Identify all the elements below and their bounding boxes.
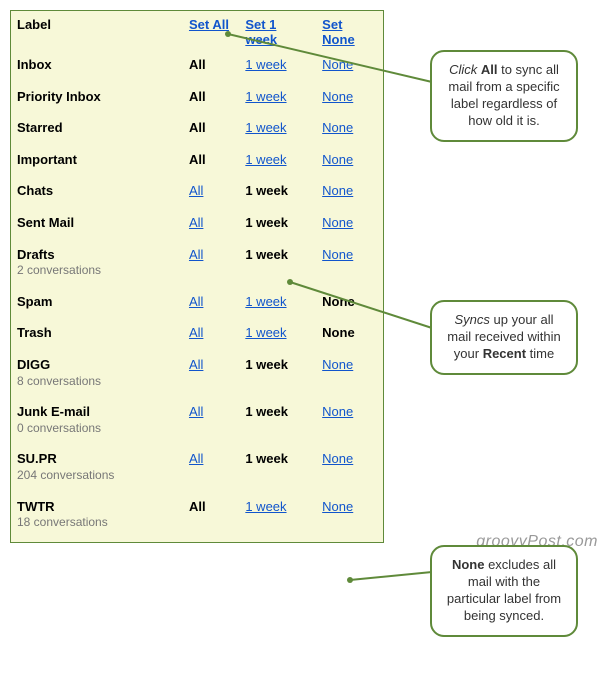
option-all-link[interactable]: All: [189, 451, 203, 466]
option-week-link[interactable]: 1 week: [245, 499, 286, 514]
option-all-link[interactable]: All: [189, 294, 203, 309]
label-sync-table: Label Set All Set 1 week Set None Inbox A…: [11, 17, 383, 538]
label-subtext: 18 conversations: [17, 515, 108, 529]
label-cell: Chats: [11, 175, 183, 207]
table-row: Inbox All 1 week None: [11, 49, 383, 81]
option-none-link[interactable]: None: [322, 89, 353, 104]
table-row: Sent Mail All 1 week None: [11, 207, 383, 239]
option-week-selected: 1 week: [245, 451, 288, 466]
option-none-link[interactable]: None: [322, 357, 353, 372]
table-row: Trash All 1 week None: [11, 317, 383, 349]
option-none-link[interactable]: None: [322, 247, 353, 262]
header-label: Label: [11, 17, 183, 49]
label-subtext: 2 conversations: [17, 263, 101, 277]
label-cell: SU.PR 204 conversations: [11, 443, 183, 490]
label-subtext: 8 conversations: [17, 374, 101, 388]
label-cell: Sent Mail: [11, 207, 183, 239]
option-week-link[interactable]: 1 week: [245, 89, 286, 104]
option-week-selected: 1 week: [245, 215, 288, 230]
option-none-link[interactable]: None: [322, 451, 353, 466]
table-row: Important All 1 week None: [11, 144, 383, 176]
option-all-link[interactable]: All: [189, 404, 203, 419]
table-row: Junk E-mail 0 conversations All 1 week None: [11, 396, 383, 443]
label-cell: Important: [11, 144, 183, 176]
option-all-link[interactable]: All: [189, 357, 203, 372]
label-cell: DIGG 8 conversations: [11, 349, 183, 396]
option-all-selected: All: [189, 499, 206, 514]
label-cell: TWTR 18 conversations: [11, 491, 183, 538]
option-none-link[interactable]: None: [322, 215, 353, 230]
label-cell: Starred: [11, 112, 183, 144]
option-all-selected: All: [189, 120, 206, 135]
set-none-link[interactable]: Set None: [322, 17, 355, 47]
table-row: Spam All 1 week None: [11, 286, 383, 318]
option-none-link[interactable]: None: [322, 120, 353, 135]
callout-all: Click All to sync all mail from a specif…: [430, 50, 578, 142]
table-row: Chats All 1 week None: [11, 175, 383, 207]
table-row: Starred All 1 week None: [11, 112, 383, 144]
option-none-selected: None: [322, 294, 355, 309]
label-cell: Inbox: [11, 49, 183, 81]
option-none-link[interactable]: None: [322, 404, 353, 419]
label-cell: Priority Inbox: [11, 81, 183, 113]
label-cell: Drafts 2 conversations: [11, 239, 183, 286]
option-week-selected: 1 week: [245, 357, 288, 372]
table-row: DIGG 8 conversations All 1 week None: [11, 349, 383, 396]
label-cell: Spam: [11, 286, 183, 318]
set-all-link[interactable]: Set All: [189, 17, 229, 32]
callout-none: None excludes all mail with the particul…: [430, 545, 578, 637]
option-none-selected: None: [322, 325, 355, 340]
option-week-selected: 1 week: [245, 404, 288, 419]
option-week-link[interactable]: 1 week: [245, 152, 286, 167]
set-1-week-link[interactable]: Set 1 week: [245, 17, 277, 47]
table-row: Drafts 2 conversations All 1 week None: [11, 239, 383, 286]
label-subtext: 204 conversations: [17, 468, 114, 482]
option-all-link[interactable]: All: [189, 325, 203, 340]
option-all-link[interactable]: All: [189, 247, 203, 262]
option-week-link[interactable]: 1 week: [245, 325, 286, 340]
option-week-link[interactable]: 1 week: [245, 57, 286, 72]
table-row: SU.PR 204 conversations All 1 week None: [11, 443, 383, 490]
option-none-link[interactable]: None: [322, 57, 353, 72]
option-week-selected: 1 week: [245, 183, 288, 198]
label-subtext: 0 conversations: [17, 421, 101, 435]
option-all-link[interactable]: All: [189, 215, 203, 230]
callout-week: Syncs up your all mail received within y…: [430, 300, 578, 375]
option-all-link[interactable]: All: [189, 183, 203, 198]
option-week-selected: 1 week: [245, 247, 288, 262]
option-none-link[interactable]: None: [322, 499, 353, 514]
label-cell: Junk E-mail 0 conversations: [11, 396, 183, 443]
option-none-link[interactable]: None: [322, 183, 353, 198]
label-sync-panel: Label Set All Set 1 week Set None Inbox A…: [10, 10, 384, 543]
option-all-selected: All: [189, 152, 206, 167]
table-row: TWTR 18 conversations All 1 week None: [11, 491, 383, 538]
option-week-link[interactable]: 1 week: [245, 294, 286, 309]
option-all-selected: All: [189, 89, 206, 104]
option-week-link[interactable]: 1 week: [245, 120, 286, 135]
option-none-link[interactable]: None: [322, 152, 353, 167]
table-row: Priority Inbox All 1 week None: [11, 81, 383, 113]
option-all-selected: All: [189, 57, 206, 72]
label-cell: Trash: [11, 317, 183, 349]
